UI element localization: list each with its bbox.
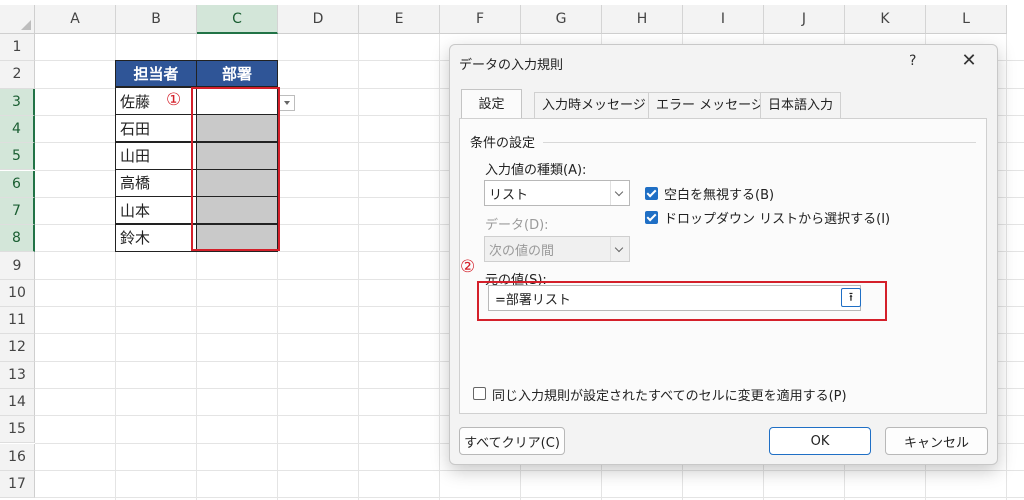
row-header[interactable]: 16 (0, 443, 35, 471)
column-header[interactable]: B (116, 5, 197, 34)
column-header[interactable]: I (683, 5, 764, 34)
column-header[interactable]: F (440, 5, 521, 34)
name-cell[interactable]: 鈴木 (115, 223, 197, 252)
row-header[interactable]: 8 (0, 225, 35, 253)
row-header[interactable]: 7 (0, 197, 35, 226)
grid-line (35, 497, 1024, 499)
name-cell[interactable]: 石田 (115, 114, 197, 143)
ok-button[interactable]: OK (769, 427, 871, 455)
close-icon[interactable]: ✕ (956, 48, 982, 74)
marker-1: ① (166, 90, 182, 110)
column-header[interactable]: E (359, 5, 440, 34)
name-cell[interactable]: 山田 (115, 141, 197, 170)
row-header[interactable]: 11 (0, 307, 35, 335)
select-all-corner[interactable] (0, 5, 35, 34)
ignore-blank-checkbox[interactable] (645, 187, 658, 200)
ignore-blank-label[interactable]: 空白を無視する(B) (664, 184, 774, 203)
row-header[interactable]: 13 (0, 361, 35, 389)
column-header[interactable]: J (764, 5, 845, 34)
allow-select[interactable]: リスト (484, 180, 630, 206)
row-header[interactable]: 9 (0, 252, 35, 280)
highlight-box-source (477, 281, 887, 321)
in-cell-dropdown-checkbox[interactable] (645, 211, 658, 224)
tab-ime[interactable]: 日本語入力 (760, 92, 842, 118)
highlight-box-dept-range (191, 87, 280, 251)
help-icon[interactable]: ? (909, 53, 916, 69)
row-header[interactable]: 17 (0, 470, 35, 499)
column-header[interactable]: C (197, 5, 278, 34)
name-cell[interactable]: 山本 (115, 196, 197, 225)
chevron-down-icon (610, 237, 629, 261)
allow-label: 入力値の種類(A): (485, 163, 587, 178)
column-header[interactable]: H (602, 5, 683, 34)
section-divider (543, 142, 976, 143)
grid-line (358, 34, 359, 500)
column-header[interactable]: A (35, 5, 116, 34)
data-select[interactable]: 次の値の間 (484, 236, 630, 262)
row-header[interactable]: 6 (0, 170, 35, 198)
row-header[interactable]: 2 (0, 61, 35, 89)
grid-line (1006, 34, 1007, 500)
row-header[interactable]: 10 (0, 279, 35, 307)
settings-panel: 条件の設定 入力値の種類(A): リスト データ(D): 次の値の間 空白を無視… (459, 118, 987, 414)
cancel-button[interactable]: キャンセル (885, 427, 988, 455)
row-header[interactable]: 14 (0, 388, 35, 417)
grid-line (439, 34, 440, 500)
tab-input-message[interactable]: 入力時メッセージ (534, 92, 654, 118)
column-header[interactable]: L (926, 5, 1007, 34)
row-header[interactable]: 15 (0, 416, 35, 444)
cell-dropdown-button[interactable] (279, 95, 295, 111)
chevron-down-icon (610, 181, 629, 205)
dialog-title: データの入力規則 (459, 58, 564, 73)
apply-all-label[interactable]: 同じ入力規則が設定されたすべてのセルに変更を適用する(P) (492, 385, 847, 404)
row-header[interactable]: 5 (0, 143, 35, 171)
row-header[interactable]: 12 (0, 334, 35, 362)
data-validation-dialog[interactable]: データの入力規則 ? ✕ 入力時メッセージ エラー メッセージ 日本語入力 設定… (449, 44, 998, 465)
grid-line (35, 469, 1024, 471)
name-cell[interactable]: 高橋 (115, 168, 197, 197)
apply-all-checkbox[interactable] (473, 387, 486, 400)
column-header[interactable]: K (845, 5, 926, 34)
tab-error-message[interactable]: エラー メッセージ (648, 92, 772, 118)
data-select-value: 次の値の間 (489, 243, 555, 259)
in-cell-dropdown-label[interactable]: ドロップダウン リストから選択する(I) (664, 208, 890, 227)
header-cell-dept[interactable]: 部署 (196, 60, 278, 87)
section-title: 条件の設定 (470, 136, 536, 151)
name-cell[interactable]: 佐藤 (115, 87, 197, 115)
column-header[interactable]: G (521, 5, 602, 34)
allow-select-value: リスト (489, 187, 529, 203)
row-header[interactable]: 3 (0, 88, 35, 116)
header-cell-person[interactable]: 担当者 (115, 60, 197, 87)
data-label: データ(D): (485, 218, 549, 233)
row-header[interactable]: 1 (0, 34, 35, 62)
marker-2: ② (460, 257, 476, 277)
column-header[interactable]: D (278, 5, 359, 34)
row-header[interactable]: 4 (0, 115, 35, 144)
tab-settings[interactable]: 設定 (461, 89, 522, 120)
clear-all-button[interactable]: すべてクリア(C) (459, 427, 565, 455)
